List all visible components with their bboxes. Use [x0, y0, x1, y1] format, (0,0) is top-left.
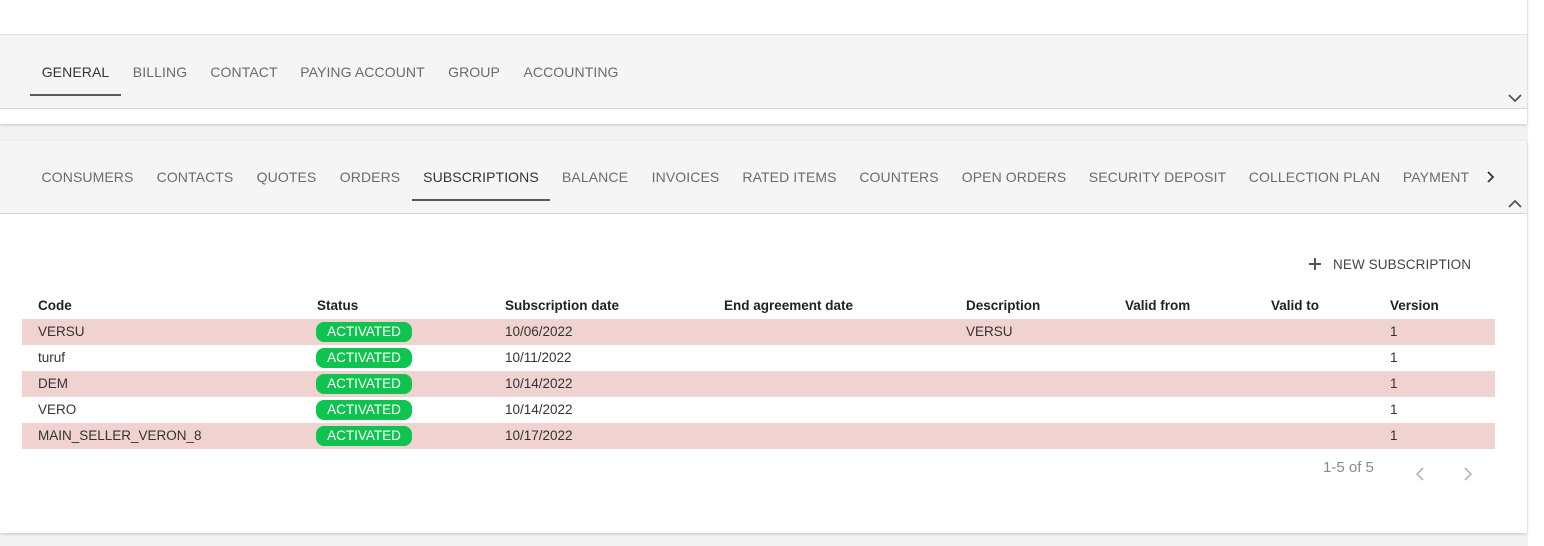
cell-code: VERO	[38, 402, 77, 417]
cell-code: VERSU	[38, 324, 85, 339]
tab-payment[interactable]: PAYMENT	[1392, 141, 1480, 213]
pagination-range: 1-5 of 5	[1323, 459, 1374, 476]
status-badge: ACTIVATED	[316, 348, 412, 368]
chevron-down-icon[interactable]	[1508, 93, 1522, 103]
page-gutter	[1528, 0, 1544, 546]
tab-paying-account[interactable]: PAYING ACCOUNT	[289, 35, 436, 108]
new-subscription-button[interactable]: NEW SUBSCRIPTION	[1308, 253, 1471, 275]
tabs-scroll-right-icon[interactable]	[1482, 169, 1498, 185]
column-header-code[interactable]: Code	[38, 298, 72, 313]
cell-subscription-date: 10/14/2022	[505, 402, 573, 417]
cell-code: turuf	[38, 350, 66, 365]
subscriptions-panel: CONSUMERS CONTACTS QUOTES ORDERS SUBSCRI…	[0, 141, 1527, 533]
cell-subscription-date: 10/11/2022	[505, 350, 572, 365]
status-badge: ACTIVATED	[316, 400, 412, 420]
column-header-version[interactable]: Version	[1390, 298, 1439, 313]
cell-version: 1	[1390, 402, 1398, 417]
column-header-description[interactable]: Description	[966, 298, 1040, 313]
tab-collection-plan[interactable]: COLLECTION PLAN	[1237, 141, 1392, 213]
top-tab-bar: GENERAL BILLING CONTACT PAYING ACCOUNT G…	[0, 34, 1527, 109]
table-header: Code Status Subscription date End agreem…	[22, 294, 1495, 319]
tab-group[interactable]: GROUP	[436, 35, 512, 108]
tab-contact[interactable]: CONTACT	[199, 35, 289, 108]
subscriptions-table: Code Status Subscription date End agreem…	[22, 294, 1495, 449]
tab-contacts[interactable]: CONTACTS	[145, 141, 245, 213]
table-row[interactable]: VERSU ACTIVATED 10/06/2022 VERSU 1	[22, 319, 1495, 345]
table-row[interactable]: MAIN_SELLER_VERON_8 ACTIVATED 10/17/2022…	[22, 423, 1495, 449]
cell-version: 1	[1390, 428, 1398, 443]
cell-version: 1	[1390, 376, 1398, 391]
tab-invoices[interactable]: INVOICES	[640, 141, 731, 213]
chevron-left-icon[interactable]	[1415, 467, 1425, 481]
cell-code: DEM	[38, 376, 68, 391]
table-row[interactable]: turuf ACTIVATED 10/11/2022 1	[22, 345, 1495, 371]
tab-counters[interactable]: COUNTERS	[848, 141, 950, 213]
tab-orders[interactable]: ORDERS	[328, 141, 412, 213]
chevron-up-icon[interactable]	[1508, 199, 1522, 209]
tab-open-orders[interactable]: OPEN ORDERS	[950, 141, 1078, 213]
cell-description: VERSU	[966, 324, 1013, 339]
status-badge: ACTIVATED	[316, 426, 412, 446]
main-tab-bar: CONSUMERS CONTACTS QUOTES ORDERS SUBSCRI…	[0, 141, 1527, 214]
tab-accounting[interactable]: ACCOUNTING	[512, 35, 630, 108]
status-badge: ACTIVATED	[316, 374, 412, 394]
tab-security-deposit[interactable]: SECURITY DEPOSIT	[1078, 141, 1237, 213]
column-header-status[interactable]: Status	[317, 298, 358, 313]
tab-quotes[interactable]: QUOTES	[245, 141, 328, 213]
plus-icon	[1308, 257, 1322, 271]
account-details-panel: GENERAL BILLING CONTACT PAYING ACCOUNT G…	[0, 0, 1527, 124]
table-row[interactable]: VERO ACTIVATED 10/14/2022 1	[22, 397, 1495, 423]
tab-general[interactable]: GENERAL	[30, 35, 121, 108]
cell-subscription-date: 10/14/2022	[505, 376, 573, 391]
cell-subscription-date: 10/17/2022	[505, 428, 573, 443]
tab-billing[interactable]: BILLING	[121, 35, 199, 108]
column-header-end-agreement-date[interactable]: End agreement date	[724, 298, 853, 313]
column-header-valid-to[interactable]: Valid to	[1271, 298, 1319, 313]
tab-balance[interactable]: BALANCE	[550, 141, 640, 213]
column-header-valid-from[interactable]: Valid from	[1125, 298, 1190, 313]
chevron-right-icon[interactable]	[1463, 467, 1473, 481]
cell-code: MAIN_SELLER_VERON_8	[38, 428, 202, 443]
table-row[interactable]: DEM ACTIVATED 10/14/2022 1	[22, 371, 1495, 397]
tab-subscriptions[interactable]: SUBSCRIPTIONS	[412, 141, 550, 213]
column-header-subscription-date[interactable]: Subscription date	[505, 298, 619, 313]
tab-rated-items[interactable]: RATED ITEMS	[731, 141, 848, 213]
status-badge: ACTIVATED	[316, 322, 412, 342]
new-subscription-label: NEW SUBSCRIPTION	[1333, 256, 1472, 272]
cell-version: 1	[1390, 324, 1398, 339]
tab-consumers[interactable]: CONSUMERS	[30, 141, 145, 213]
cell-version: 1	[1390, 350, 1398, 365]
cell-subscription-date: 10/06/2022	[505, 324, 573, 339]
